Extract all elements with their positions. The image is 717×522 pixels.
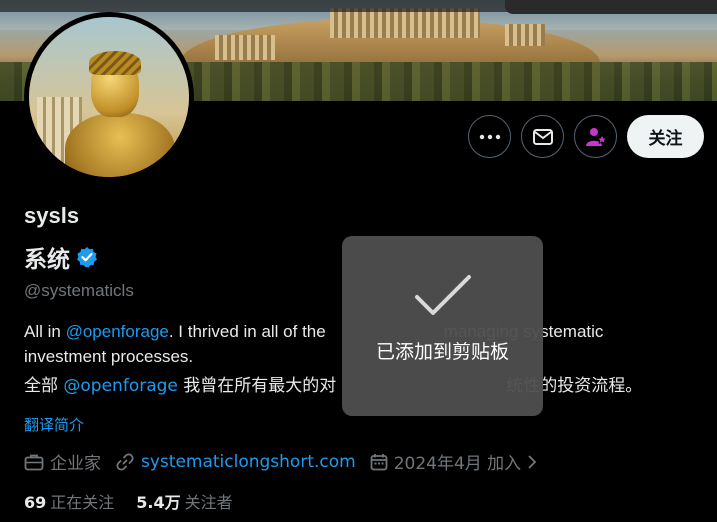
meta-website: systematiclongshort.com	[115, 452, 356, 472]
briefcase-icon	[24, 454, 44, 470]
joined-date: 2024年4月 加入	[393, 454, 522, 474]
handle: @systematicls	[24, 281, 134, 300]
profile-stats: 69 正在关注 5.4万 关注者	[24, 489, 255, 513]
verified-badge-icon[interactable]	[76, 246, 98, 268]
meta-category: 企业家	[24, 449, 101, 474]
username: sysls	[24, 203, 80, 228]
website-link[interactable]: systematiclongshort.com	[141, 452, 356, 472]
bio-cn-prefix: 全部	[24, 376, 64, 396]
profile-meta: 企业家 systematiclongshort.com 2024年4月 加入	[24, 449, 551, 474]
bio-cn-mid: 我曾在所有最大的对	[177, 376, 337, 396]
following-label: 正在关注	[50, 493, 115, 512]
calendar-icon	[370, 453, 388, 470]
following-count: 69	[24, 493, 47, 512]
avatar-statue-body	[65, 113, 175, 177]
avatar[interactable]	[24, 12, 194, 182]
user-star-icon	[585, 127, 607, 146]
bio-en-mention-link[interactable]: @openforage	[66, 322, 169, 341]
subscribe-button[interactable]	[574, 115, 617, 158]
banner-ruins	[330, 8, 480, 38]
bio-cn-mention-link[interactable]: @openforage	[63, 376, 177, 396]
more-icon	[479, 134, 500, 139]
banner-topbar-right	[505, 0, 717, 14]
banner-ruins-left	[215, 35, 275, 60]
checkmark-icon	[414, 275, 471, 315]
category-label: 企业家	[50, 454, 101, 474]
display-name-row: 系统	[24, 240, 98, 274]
following-stat[interactable]: 69 正在关注	[24, 489, 114, 513]
display-name: 系统	[24, 247, 70, 273]
avatar-image	[29, 17, 189, 177]
copied-toast: 已添加到剪贴板	[342, 236, 543, 416]
follow-button[interactable]: 关注	[627, 115, 704, 158]
followers-label: 关注者	[184, 493, 233, 512]
bio-en-prefix: All in	[24, 322, 66, 341]
translate-bio-link[interactable]: 翻译简介	[24, 414, 84, 435]
mail-icon	[532, 128, 553, 145]
meta-joined: 2024年4月 加入	[370, 449, 537, 474]
avatar-statue-hair	[89, 51, 141, 75]
followers-stat[interactable]: 5.4万 关注者	[136, 489, 232, 513]
bio-en-line2: investment processes.	[24, 347, 194, 366]
message-button[interactable]	[521, 115, 564, 158]
bio-en-mid: . I thrived in all of the	[168, 322, 326, 341]
toast-message: 已添加到剪贴板	[375, 341, 509, 363]
more-button[interactable]	[468, 115, 511, 158]
link-icon	[116, 452, 134, 471]
followers-count: 5.4万	[136, 493, 181, 512]
banner-ruins-right	[505, 24, 545, 46]
chevron-right-icon[interactable]	[527, 454, 537, 470]
